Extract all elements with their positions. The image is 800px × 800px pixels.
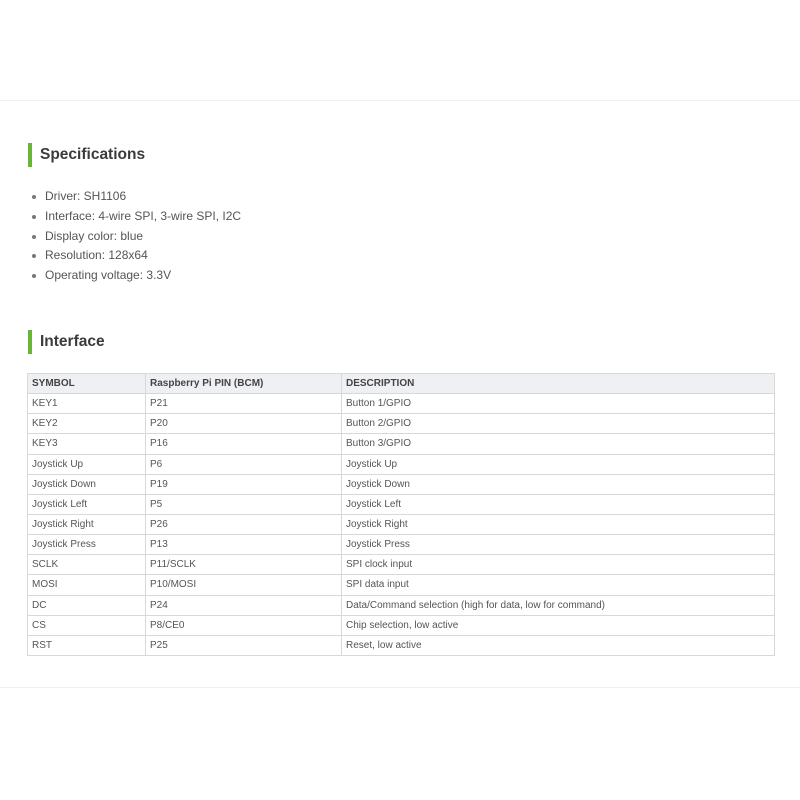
cell-pin: P26 (145, 513, 342, 536)
table-row: Joystick Press P13 Joystick Press (27, 534, 775, 556)
specifications-heading: Specifications (28, 142, 145, 167)
table-row: MOSI P10/MOSI SPI data input (27, 574, 775, 596)
spec-item-voltage: Operating voltage: 3.3V (32, 266, 241, 286)
table-row: KEY1 P21 Button 1/GPIO (27, 393, 775, 415)
interface-heading: Interface (28, 329, 105, 354)
cell-symbol: Joystick Right (27, 513, 146, 536)
cell-symbol: SCLK (27, 554, 146, 576)
cell-description: Reset, low active (341, 634, 775, 656)
cell-symbol: RST (27, 634, 146, 656)
table-row: KEY2 P20 Button 2/GPIO (27, 413, 775, 435)
cell-symbol: Joystick Down (27, 473, 146, 495)
table-row: SCLK P11/SCLK SPI clock input (27, 554, 775, 576)
spec-item-driver: Driver: SH1106 (32, 187, 241, 207)
specifications-list: Driver: SH1106 Interface: 4-wire SPI, 3-… (32, 187, 241, 286)
table-row: CS P8/CE0 Chip selection, low active (27, 614, 775, 636)
cell-description: Joystick Right (341, 513, 775, 536)
bullet-icon (32, 234, 36, 239)
cell-description: Data/Command selection (high for data, l… (341, 594, 775, 616)
spec-item-interface: Interface: 4-wire SPI, 3-wire SPI, I2C (32, 207, 241, 227)
spec-item-text: Driver: SH1106 (45, 189, 127, 203)
table-row: Joystick Up P6 Joystick Up (27, 453, 775, 475)
cell-symbol: KEY1 (27, 393, 146, 415)
cell-description: Joystick Up (341, 453, 775, 475)
bullet-icon (32, 214, 36, 219)
cell-description: Joystick Down (341, 473, 775, 495)
cell-symbol: DC (27, 594, 146, 616)
cell-symbol: CS (27, 614, 146, 636)
table-row: Joystick Right P26 Joystick Right (27, 513, 775, 536)
table-row: Joystick Left P5 Joystick Left (27, 493, 775, 515)
table-row: Joystick Down P19 Joystick Down (27, 473, 775, 495)
cell-symbol: KEY3 (27, 433, 146, 455)
cell-symbol: KEY2 (27, 413, 146, 435)
spec-item-resolution: Resolution: 128x64 (32, 246, 241, 266)
spec-item-text: Operating voltage: 3.3V (45, 268, 172, 283)
table-row: RST P25 Reset, low active (27, 634, 775, 656)
cell-pin: P8/CE0 (145, 614, 342, 636)
cell-description: Button 3/GPIO (341, 433, 775, 455)
column-header-description: DESCRIPTION (341, 372, 775, 395)
cell-symbol: MOSI (27, 574, 146, 596)
cell-description: SPI data input (341, 574, 775, 596)
cell-description: Button 2/GPIO (341, 413, 775, 435)
cell-symbol: Joystick Left (27, 493, 146, 515)
table-row: DC P24 Data/Command selection (high for da… (27, 594, 775, 616)
interface-table: SYMBOL Raspberry Pi PIN (BCM) DESCRIPTIO… (27, 372, 775, 656)
cell-pin: P24 (145, 594, 342, 616)
cell-pin: P16 (145, 433, 342, 455)
bullet-icon (32, 274, 36, 279)
spec-item-text: Resolution: 128x64 (45, 248, 148, 263)
cell-pin: P19 (145, 473, 342, 495)
column-header-pin: Raspberry Pi PIN (BCM) (145, 372, 342, 395)
cell-symbol: Joystick Press (27, 534, 146, 556)
table-header-row: SYMBOL Raspberry Pi PIN (BCM) DESCRIPTIO… (27, 372, 775, 395)
column-header-symbol: SYMBOL (27, 372, 146, 395)
cell-description: Chip selection, low active (341, 614, 775, 636)
cell-description: Joystick Left (341, 493, 775, 515)
cell-description: Button 1/GPIO (341, 393, 775, 415)
cell-symbol: Joystick Up (27, 453, 146, 475)
cell-pin: P5 (145, 493, 342, 515)
table-row: KEY3 P16 Button 3/GPIO (27, 433, 775, 455)
cell-pin: P13 (145, 534, 342, 556)
bullet-icon (32, 254, 36, 259)
cell-pin: P10/MOSI (145, 574, 342, 596)
cell-pin: P20 (145, 413, 342, 435)
spec-item-text: Display color: blue (45, 228, 144, 243)
cell-pin: P6 (145, 453, 342, 475)
cell-pin: P25 (145, 634, 342, 656)
cell-pin: P11/SCLK (145, 554, 342, 576)
spec-item-display-color: Display color: blue (32, 227, 241, 247)
cell-description: SPI clock input (341, 554, 775, 576)
cell-description: Joystick Press (341, 534, 775, 556)
cell-pin: P21 (145, 393, 342, 415)
bullet-icon (32, 195, 36, 199)
spec-item-text: Interface: 4-wire SPI, 3-wire SPI, I2C (45, 208, 242, 223)
